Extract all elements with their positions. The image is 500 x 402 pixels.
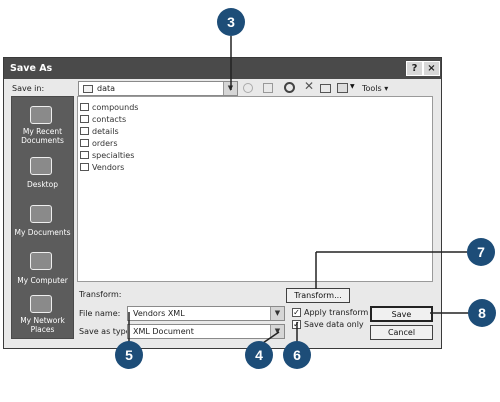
- callout-4: 4: [245, 341, 273, 369]
- callout-7: 7: [467, 238, 495, 266]
- callout-5: 5: [115, 341, 143, 369]
- callout-8: 8: [468, 299, 496, 327]
- callout-3: 3: [217, 8, 245, 36]
- callout-6: 6: [283, 341, 311, 369]
- callout-lines: [128, 36, 470, 346]
